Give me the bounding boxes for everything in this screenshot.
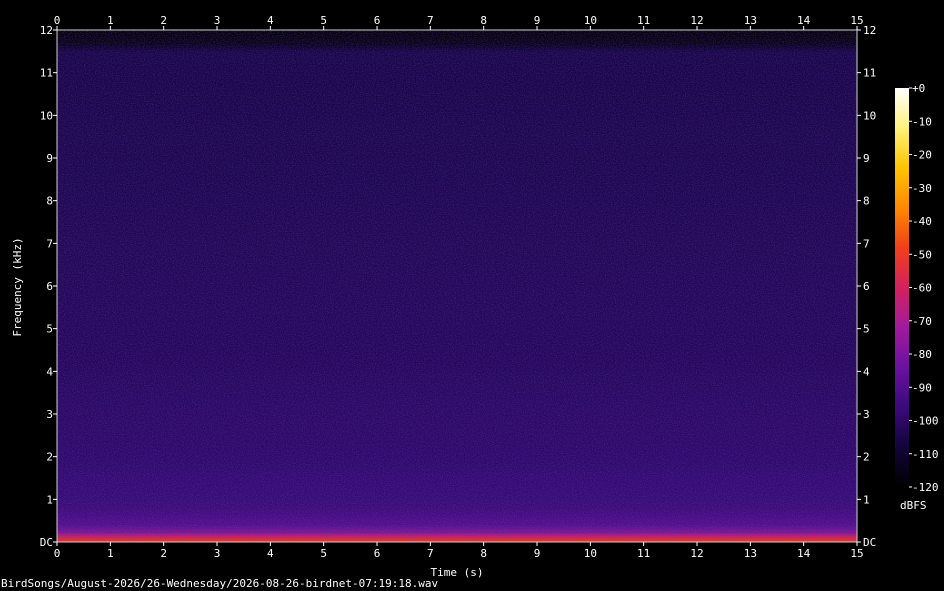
x-axis-label: Time (s) bbox=[431, 566, 484, 579]
x-tick-label-top: 4 bbox=[267, 14, 274, 27]
y-tick-label: 10 bbox=[40, 109, 53, 122]
y-tick-label-right: 6 bbox=[863, 280, 870, 293]
colorbar-label: dBFS bbox=[900, 499, 927, 512]
colorbar-tick-label: -80 bbox=[912, 348, 932, 361]
y-tick-label: 11 bbox=[40, 67, 53, 80]
x-tick-label-top: 13 bbox=[744, 14, 757, 27]
colorbar-tick-label: -40 bbox=[912, 215, 932, 228]
x-tick-label-top: 0 bbox=[54, 14, 61, 27]
y-tick-label-right: 11 bbox=[863, 67, 876, 80]
y-tick-label: 2 bbox=[46, 451, 53, 464]
x-tick-label-top: 8 bbox=[480, 14, 487, 27]
x-tick-label: 1 bbox=[107, 547, 114, 560]
x-tick-label: 13 bbox=[744, 547, 757, 560]
colorbar-tick-label: -30 bbox=[912, 182, 932, 195]
y-axis-right: DC123456789101112 bbox=[857, 24, 876, 549]
y-tick-label-right: 10 bbox=[863, 109, 876, 122]
x-tick-label: 15 bbox=[850, 547, 863, 560]
x-tick-label: 5 bbox=[320, 547, 327, 560]
x-tick-label: 14 bbox=[797, 547, 811, 560]
y-tick-label: 1 bbox=[46, 493, 53, 506]
colorbar-tick-label: -20 bbox=[912, 149, 932, 162]
y-tick-label: 12 bbox=[40, 24, 53, 37]
y-tick-label-right: 7 bbox=[863, 237, 870, 250]
x-tick-label: 0 bbox=[54, 547, 61, 560]
x-tick-label: 10 bbox=[584, 547, 597, 560]
x-tick-label-top: 5 bbox=[320, 14, 327, 27]
y-tick-label-right: 12 bbox=[863, 24, 876, 37]
y-tick-label-right: 4 bbox=[863, 365, 870, 378]
spectrogram-plot bbox=[56, 29, 858, 543]
x-axis-bottom: 0 1 2 3 4 5 6 7 8 9 10 11 12 13 14 15 bbox=[54, 542, 864, 560]
y-tick-label-right: 2 bbox=[863, 451, 870, 464]
y-tick-label: 4 bbox=[46, 365, 53, 378]
colorbar-tick-label: -50 bbox=[912, 248, 932, 261]
x-tick-label: 11 bbox=[637, 547, 650, 560]
spectrogram-energy-bands bbox=[57, 30, 857, 543]
x-tick-label: 7 bbox=[427, 547, 434, 560]
x-tick-label: 12 bbox=[690, 547, 703, 560]
x-tick-label: 4 bbox=[267, 547, 274, 560]
y-tick-label-right: 1 bbox=[863, 493, 870, 506]
x-tick-label-top: 15 bbox=[850, 14, 863, 27]
colorbar-tick-label: -90 bbox=[912, 381, 932, 394]
x-tick-label-top: 3 bbox=[214, 14, 221, 27]
y-tick-label-right: 5 bbox=[863, 323, 870, 336]
x-tick-label: 8 bbox=[480, 547, 487, 560]
x-tick-label: 6 bbox=[374, 547, 381, 560]
spectrogram-figure: 0 1 2 3 4 5 6 7 8 9 10 11 12 13 14 15 0 1 2 3 4 5 6 7 8 9 10 11 12 1… bbox=[1, 14, 939, 590]
colorbar: +0 -10 -20 -30 -40 -50 -60 -70 -80 -90 -100 -110 -12… bbox=[895, 82, 939, 512]
y-tick-label: 3 bbox=[46, 408, 53, 421]
y-tick-label: 8 bbox=[46, 195, 53, 208]
colorbar-gradient bbox=[895, 88, 909, 487]
x-tick-label-top: 10 bbox=[584, 14, 597, 27]
y-tick-label: 7 bbox=[46, 237, 53, 250]
colorbar-tick-label: -10 bbox=[912, 115, 932, 128]
colorbar-tick-label: -60 bbox=[912, 282, 932, 295]
colorbar-tick-label: +0 bbox=[912, 82, 925, 95]
y-tick-label-right: 3 bbox=[863, 408, 870, 421]
file-path-label: BirdSongs/August-2026/26-Wednesday/2026-… bbox=[1, 577, 438, 590]
y-tick-label: DC bbox=[40, 536, 53, 549]
spectrogram-noise-overlay bbox=[57, 30, 857, 542]
x-tick-label: 3 bbox=[214, 547, 221, 560]
colorbar-tick-label: -100 bbox=[912, 415, 939, 428]
x-tick-label-top: 9 bbox=[534, 14, 541, 27]
y-tick-label-right: 8 bbox=[863, 195, 870, 208]
x-tick-label: 2 bbox=[160, 547, 167, 560]
colorbar-tick-label: -110 bbox=[912, 448, 939, 461]
x-tick-label-top: 11 bbox=[637, 14, 650, 27]
y-tick-label: 6 bbox=[46, 280, 53, 293]
x-tick-label-top: 1 bbox=[107, 14, 114, 27]
y-tick-label: 9 bbox=[46, 152, 53, 165]
colorbar-ticks: +0 -10 -20 -30 -40 -50 -60 -70 -80 -90 -100 -110 -12… bbox=[909, 82, 939, 494]
x-axis-top: 0 1 2 3 4 5 6 7 8 9 10 11 12 13 14 15 bbox=[54, 14, 864, 30]
y-tick-label: 5 bbox=[46, 323, 53, 336]
x-tick-label: 9 bbox=[534, 547, 541, 560]
y-axis-left: DC123456789101112 bbox=[40, 24, 57, 549]
x-tick-label-top: 2 bbox=[160, 14, 167, 27]
y-tick-label-right: DC bbox=[863, 536, 876, 549]
x-tick-label-top: 12 bbox=[690, 14, 703, 27]
x-tick-label-top: 14 bbox=[797, 14, 811, 27]
colorbar-tick-label: -70 bbox=[912, 315, 932, 328]
x-tick-label-top: 7 bbox=[427, 14, 434, 27]
x-tick-label-top: 6 bbox=[374, 14, 381, 27]
colorbar-tick-label: -120 bbox=[912, 481, 939, 494]
y-axis-label: Frequency (kHz) bbox=[11, 237, 24, 336]
y-tick-label-right: 9 bbox=[863, 152, 870, 165]
